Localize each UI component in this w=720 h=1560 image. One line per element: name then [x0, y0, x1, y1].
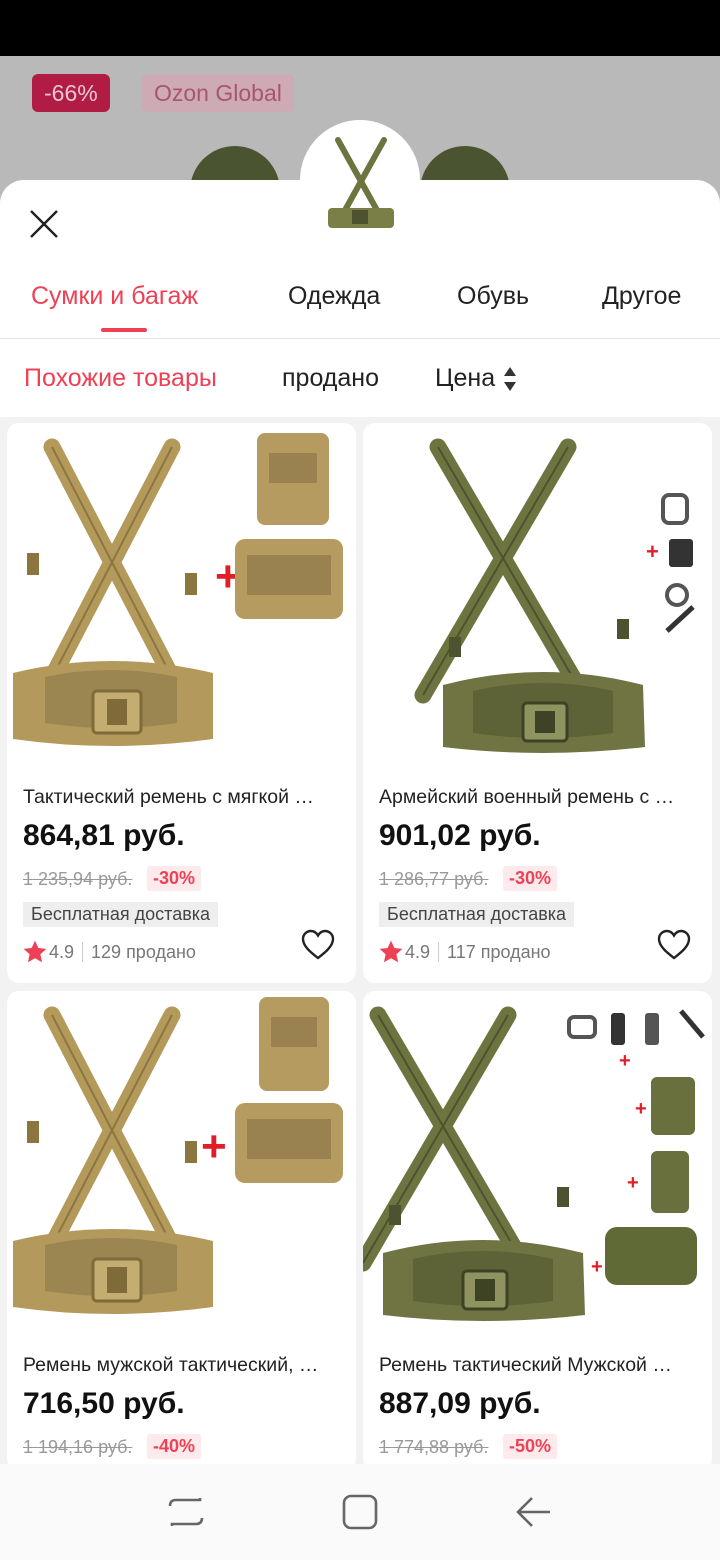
close-button[interactable] [26, 206, 62, 242]
old-price: 1 235,94 руб. [23, 869, 133, 889]
product-card[interactable]: + Ремень мужской тактический, … 716,50 р… [7, 991, 356, 1471]
product-title: Тактический ремень с мягкой … [23, 786, 314, 808]
filter-sold[interactable]: продано [282, 364, 379, 393]
rating-row: 4.9 117 продано [377, 939, 551, 965]
product-image: + [363, 423, 695, 775]
product-card[interactable]: + Армейский военный ремень с … 901,02 ру… [363, 423, 712, 983]
rating-value: 4.9 [405, 941, 431, 962]
product-price: 864,81 руб. [23, 819, 185, 852]
old-price: 1 774,88 руб. [379, 1437, 489, 1457]
product-title: Армейский военный ремень с … [379, 786, 675, 808]
discount-badge: -30% [503, 866, 558, 891]
rating-value: 4.9 [49, 941, 75, 962]
free-shipping-badge: Бесплатная доставка [379, 902, 575, 927]
sold-count: 117 продано [447, 941, 551, 962]
star-icon [379, 940, 403, 963]
product-card[interactable]: + + + + Ремень тактический Мужской … 887… [363, 991, 712, 1471]
product-image: + [7, 997, 343, 1343]
favorite-heart-icon[interactable] [301, 929, 335, 961]
svg-text:+: + [635, 1098, 647, 1120]
product-price: 901,02 руб. [379, 819, 541, 852]
divider [438, 942, 440, 962]
category-tabs: Сумки и багаж Одежда Обувь Другое [0, 260, 720, 339]
product-image: + + + + [363, 991, 705, 1343]
status-bar [0, 0, 720, 56]
filter-similar[interactable]: Похожие товары [24, 364, 217, 393]
svg-text:+: + [627, 1172, 639, 1194]
discount-badge: -40% [147, 1434, 202, 1459]
free-shipping-badge: Бесплатная доставка [23, 902, 219, 927]
tab-shoes[interactable]: Обувь [457, 282, 529, 311]
old-price: 1 194,16 руб. [23, 1437, 133, 1457]
discount-badge: -30% [147, 866, 202, 891]
svg-text:+: + [591, 1256, 603, 1278]
old-price: 1 286,77 руб. [379, 869, 489, 889]
product-card[interactable]: + Тактический ремень с мягкой … 864,81 р… [7, 423, 356, 983]
recent-apps-icon[interactable] [166, 1492, 206, 1532]
divider [82, 942, 84, 962]
system-navigation-bar [0, 1464, 720, 1560]
tab-other[interactable]: Другое [602, 282, 681, 311]
home-icon[interactable] [340, 1492, 380, 1532]
product-image: + [7, 433, 343, 775]
favorite-heart-icon[interactable] [657, 929, 691, 961]
close-icon [30, 210, 58, 238]
background-store-badge: Ozon Global [142, 74, 294, 112]
sort-filters: Похожие товары продано Цена [0, 339, 720, 417]
filter-price-label: Цена [435, 364, 496, 392]
product-title: Ремень мужской тактический, … [23, 1354, 319, 1376]
filter-price[interactable]: Цена [435, 364, 517, 393]
sold-count: 129 продано [91, 941, 196, 962]
sort-arrows-icon [504, 367, 517, 392]
active-tab-indicator [101, 328, 147, 332]
svg-text:+: + [201, 1122, 227, 1171]
current-product-thumbnail [300, 120, 420, 240]
svg-text:+: + [619, 1050, 631, 1072]
background-discount-badge: -66% [32, 74, 110, 112]
rating-row: 4.9 129 продано [21, 939, 196, 965]
product-price: 887,09 руб. [379, 1387, 541, 1420]
tab-bags-luggage[interactable]: Сумки и багаж [31, 282, 198, 311]
back-icon[interactable] [514, 1492, 554, 1532]
star-icon [23, 940, 47, 963]
discount-badge: -50% [503, 1434, 558, 1459]
product-price: 716,50 руб. [23, 1387, 185, 1420]
product-title: Ремень тактический Мужской … [379, 1354, 672, 1376]
tab-clothing[interactable]: Одежда [288, 282, 380, 311]
svg-text:+: + [646, 539, 659, 564]
